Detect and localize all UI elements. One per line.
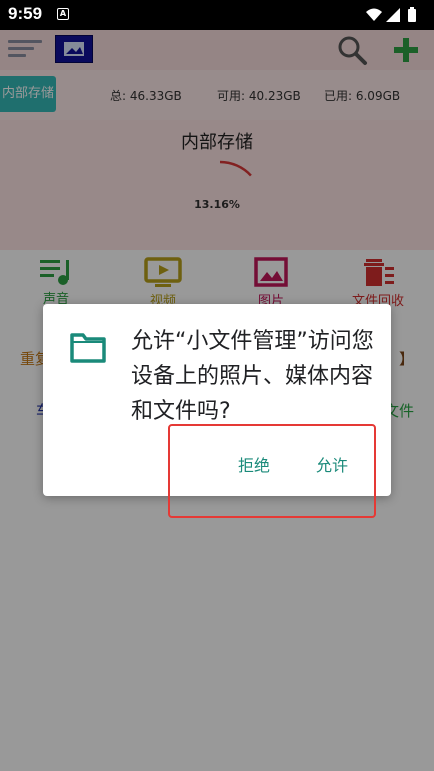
status-bar: 9:59 A xyxy=(0,0,434,30)
cellular-signal-icon xyxy=(386,8,400,22)
battery-icon xyxy=(408,7,416,22)
folder-icon xyxy=(70,333,106,363)
dialog-message: 允许“小文件管理”访问您设备上的照片、媒体内容和文件吗? xyxy=(131,329,374,424)
highlight-annotation xyxy=(168,424,376,518)
status-time: 9:59 xyxy=(8,4,43,23)
status-system-icons xyxy=(366,7,416,22)
app-notification-icon: A xyxy=(57,8,69,20)
wifi-icon xyxy=(366,8,382,21)
